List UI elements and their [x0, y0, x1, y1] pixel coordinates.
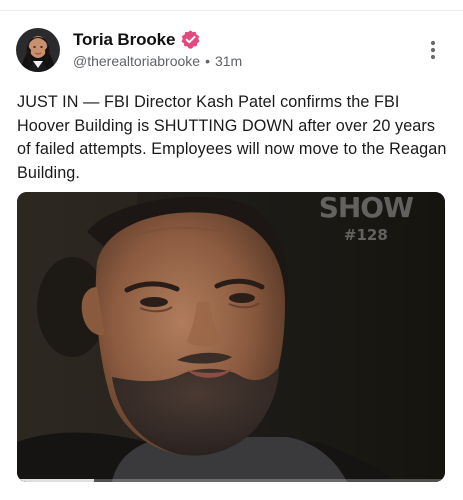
post-card: Toria Brooke @therealtoriabrooke • 31m J… [0, 0, 463, 500]
author-display-name[interactable]: Toria Brooke [73, 30, 176, 50]
meta-separator: • [205, 53, 210, 69]
vertical-ellipsis-icon [430, 40, 436, 60]
divider [0, 10, 463, 11]
post-meta: @therealtoriabrooke • 31m [73, 53, 242, 69]
post-video[interactable]: SHOW #128 [17, 192, 445, 482]
author-handle[interactable]: @therealtoriabrooke [73, 53, 200, 69]
post-timestamp: 31m [214, 53, 243, 69]
watermark-title: SHOW [318, 192, 414, 224]
watermark-episode: #128 [343, 226, 388, 244]
more-options-button[interactable] [421, 38, 445, 62]
profile-photo-icon [16, 28, 60, 72]
verified-badge-icon [180, 29, 201, 50]
avatar[interactable] [16, 28, 60, 72]
video-watermark: SHOW #128 [318, 192, 414, 244]
post-body-text: JUST IN — FBI Director Kash Patel confir… [17, 93, 447, 182]
author-name-row: Toria Brooke [73, 29, 201, 50]
video-progress-bar[interactable] [17, 479, 445, 482]
video-progress-fill [17, 479, 95, 482]
